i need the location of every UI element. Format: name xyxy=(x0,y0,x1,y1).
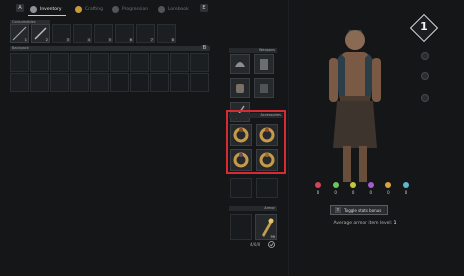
progression-icon xyxy=(112,5,119,13)
empty-slot[interactable] xyxy=(230,178,252,198)
tab-lorebook[interactable]: Lorebook xyxy=(158,3,189,15)
accessory-slot-ring[interactable] xyxy=(256,124,278,146)
backpack-slot[interactable] xyxy=(50,73,69,92)
empty-slot[interactable] xyxy=(256,178,278,198)
backpack-slot[interactable] xyxy=(30,53,49,72)
backpack-header: Backpack B xyxy=(10,45,210,51)
toggle-label: Toggle stats bonus xyxy=(344,207,382,213)
hotbar-slot[interactable]: 1 xyxy=(10,24,29,43)
ring-icon xyxy=(233,152,249,168)
tab-label: Progression xyxy=(122,6,149,12)
backpack-slot[interactable] xyxy=(10,73,29,92)
weapon-slot-chest[interactable] xyxy=(254,54,274,74)
ring-icon xyxy=(233,127,249,143)
stat-vision: 0 xyxy=(347,182,359,202)
backpack-slot[interactable] xyxy=(150,73,169,92)
armor-slot[interactable] xyxy=(230,214,252,240)
tab-label: Crafting xyxy=(85,6,103,12)
weapon-slot-boots[interactable] xyxy=(254,78,274,98)
ring-icon xyxy=(259,127,275,143)
hotbar-slot[interactable]: 3 xyxy=(52,24,71,43)
stat-resistance: 0 xyxy=(400,182,412,202)
helmet-toggle-icon[interactable] xyxy=(421,52,429,60)
tab-next-key: E xyxy=(200,4,208,12)
gloves-icon xyxy=(236,84,244,93)
backpack-slot[interactable] xyxy=(190,53,209,72)
backpack-slot[interactable] xyxy=(110,73,129,92)
backpack-slot[interactable] xyxy=(90,53,109,72)
backpack-slot[interactable] xyxy=(130,73,149,92)
backpack-slot[interactable] xyxy=(70,73,89,92)
divider xyxy=(288,0,289,276)
ammo-count: 4/0/0 xyxy=(250,242,261,247)
weapons-title: Weapons xyxy=(229,48,277,53)
stat-health: 0 xyxy=(312,182,324,202)
backpack-slot[interactable] xyxy=(170,73,189,92)
tab-prev-key: A xyxy=(16,4,24,12)
armor-chest-icon xyxy=(260,59,268,70)
tab-bar: A Inventory Crafting Progression Loreboo… xyxy=(0,0,290,18)
search-icon[interactable] xyxy=(421,72,429,80)
ring-icon xyxy=(259,152,275,168)
backpack-slot[interactable] xyxy=(70,53,89,72)
accessory-slot-ring[interactable] xyxy=(230,124,252,146)
armor-level-value: 1 xyxy=(393,221,397,226)
armor-title: Armor xyxy=(229,206,277,211)
backpack-slot[interactable] xyxy=(130,53,149,72)
heart-icon xyxy=(315,182,321,188)
character-model xyxy=(329,30,381,182)
weapon-slot-helmet[interactable] xyxy=(230,54,250,74)
hotbar-slot[interactable]: 8 xyxy=(157,24,176,43)
backpack-key: B xyxy=(201,45,208,51)
level-value: 1 xyxy=(420,20,428,33)
check-icon xyxy=(268,241,275,248)
hotbar-slot[interactable]: 4 xyxy=(73,24,92,43)
boots-icon xyxy=(260,84,268,93)
weapon-slot-gloves[interactable] xyxy=(230,78,250,98)
tab-crafting[interactable]: Crafting xyxy=(75,3,103,15)
mana-icon xyxy=(367,182,374,188)
stats-row: 0 0 0 0 0 0 xyxy=(312,182,412,202)
hotbar-slot[interactable]: 7 xyxy=(136,24,155,43)
backpack-grid xyxy=(10,53,210,93)
active-tab-underline xyxy=(28,15,66,16)
stamina-icon xyxy=(332,182,339,188)
backpack-slot[interactable] xyxy=(90,73,109,92)
armor-level-line: Average armor item level: 1 xyxy=(320,221,410,226)
backpack-slot[interactable] xyxy=(170,53,189,72)
backpack-slot[interactable] xyxy=(110,53,129,72)
accessory-slot-ring[interactable] xyxy=(230,149,252,171)
hotbar-slot[interactable]: 5 xyxy=(94,24,113,43)
tab-progression[interactable]: Progression xyxy=(112,3,148,15)
hotbar-slot[interactable]: 2 xyxy=(31,24,50,43)
backpack-slot[interactable] xyxy=(10,53,29,72)
backpack-slot[interactable] xyxy=(150,53,169,72)
backpack-slot[interactable] xyxy=(50,53,69,72)
accessory-slot-ring[interactable] xyxy=(256,149,278,171)
resistance-icon xyxy=(402,182,409,188)
hammer-icon xyxy=(75,5,82,13)
stat-stamina: 0 xyxy=(330,182,342,202)
helmet-icon xyxy=(235,62,245,67)
zoom-icon[interactable] xyxy=(421,94,429,102)
fortune-icon xyxy=(385,182,392,188)
toggle-key: T xyxy=(335,207,341,213)
lorebook-icon xyxy=(158,5,165,13)
stat-fortune: 0 xyxy=(382,182,394,202)
accessories-title: Accessories xyxy=(229,113,283,118)
armor-slot-torch[interactable]: 99 xyxy=(255,214,277,240)
armor-level-label: Average armor item level: xyxy=(333,221,393,226)
tab-label: Inventory xyxy=(40,6,62,12)
eye-icon xyxy=(350,182,357,188)
hotbar: 1 2 3 4 5 6 7 8 xyxy=(10,24,180,44)
tab-inventory[interactable]: Inventory xyxy=(30,3,62,15)
backpack-icon xyxy=(30,5,37,13)
backpack-slot[interactable] xyxy=(30,73,49,92)
hotbar-slot[interactable]: 6 xyxy=(115,24,134,43)
backpack-title: Backpack xyxy=(12,46,29,50)
backpack-slot[interactable] xyxy=(190,73,209,92)
tab-label: Lorebook xyxy=(168,6,189,12)
toggle-stats-button[interactable]: T Toggle stats bonus xyxy=(330,205,388,215)
stat-mana: 0 xyxy=(365,182,377,202)
